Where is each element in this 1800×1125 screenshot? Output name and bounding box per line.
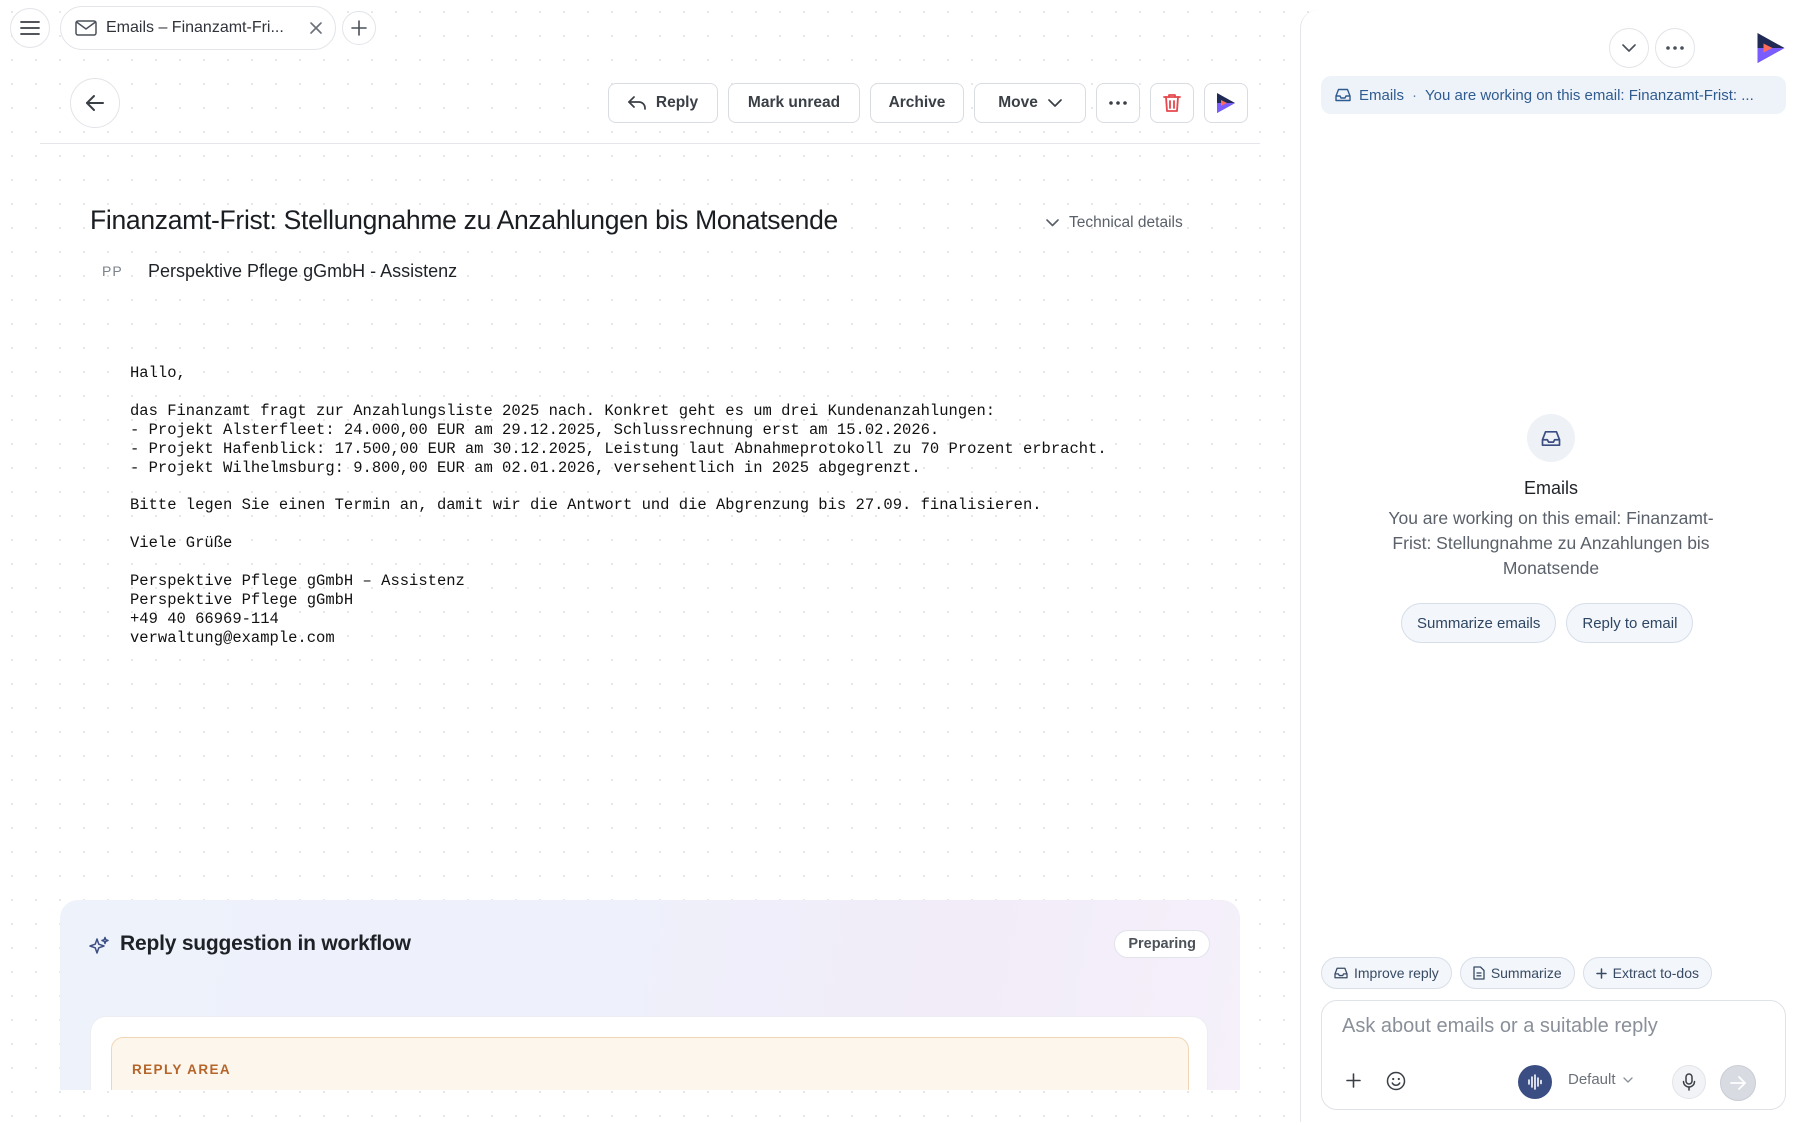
quick-actions: Improve reply Summarize Extract to-dos [1321,957,1712,989]
archive-button[interactable]: Archive [870,83,964,123]
toolbar-divider [40,143,1260,144]
assistant-button[interactable] [1204,83,1248,123]
close-tab-icon[interactable] [309,21,323,35]
send-button[interactable] [1720,1065,1756,1101]
email-toolbar: Reply Mark unread Archive Move [608,83,1248,123]
delete-button[interactable] [1150,83,1194,123]
more-horizontal-icon [1109,101,1127,105]
audio-wave-icon [1527,1074,1543,1090]
archive-label: Archive [888,94,946,111]
mark-unread-button[interactable]: Mark unread [728,83,860,123]
status-badge: Preparing [1114,930,1210,958]
tab-title: Emails – Finanzamt-Fri... [106,19,284,36]
reply-to-email-chip[interactable]: Reply to email [1566,603,1694,643]
email-subject: Finanzamt-Frist: Stellungnahme zu Anzahl… [90,205,838,235]
chevron-down-icon [1622,1076,1633,1083]
context-source: Emails [1359,86,1405,104]
plus-icon [1595,967,1607,979]
trash-icon [1163,93,1181,113]
extract-todos-button[interactable]: Extract to-dos [1582,957,1712,989]
summarize-label: Summarize [1490,965,1562,981]
assistant-logo-icon [1214,91,1238,115]
context-pill[interactable]: Emails · You are working on this email: … [1321,76,1786,114]
inbox-icon [1334,967,1348,979]
tab-emails[interactable]: Emails – Finanzamt-Fri... [60,6,336,50]
reply-icon [628,96,646,110]
arrow-left-icon [85,94,105,112]
menu-button[interactable] [10,8,50,48]
model-select[interactable]: Default [1568,1071,1633,1088]
assistant-logo-icon [1753,30,1789,66]
new-tab-button[interactable] [342,11,376,45]
envelope-icon [75,20,97,36]
microphone-button[interactable] [1672,1065,1706,1099]
assistant-sidebar: Emails · You are working on this email: … [1300,10,1800,1122]
suggestion-chips: Summarize emails Reply to email [1401,603,1694,643]
sender-avatar: PP [102,263,123,279]
reply-suggestion-panel: Reply suggestion in workflow Preparing R… [60,900,1240,1090]
sidebar-more-button[interactable] [1655,28,1695,68]
chevron-down-icon [1622,43,1636,53]
chevron-down-icon [1047,98,1062,108]
back-button[interactable] [70,78,120,128]
chevron-down-icon [1046,219,1059,227]
reply-label: Reply [655,94,699,111]
sender-name: Perspektive Pflege gGmbH - Assistenz [148,261,458,281]
email-body: Hallo, das Finanzamt fragt zur Anzahlung… [130,364,1107,647]
chat-composer: Default [1321,1000,1786,1110]
attach-plus-icon[interactable] [1346,1073,1361,1088]
move-button[interactable]: Move [974,83,1086,123]
summarize-button[interactable]: Summarize [1459,957,1575,989]
reply-area-label: REPLY AREA [132,1062,232,1077]
plus-icon [351,20,367,36]
technical-details-label: Technical details [1069,214,1183,231]
context-text: You are working on this email: Finanzamt… [1425,86,1754,104]
arrow-right-icon [1730,1076,1746,1090]
hamburger-icon [20,20,40,36]
mark-unread-label: Mark unread [747,94,841,111]
document-icon [1473,966,1485,980]
empty-state-title: Emails [1523,478,1578,498]
improve-reply-label: Improve reply [1354,965,1439,981]
reply-suggestion-title: Reply suggestion in workflow [120,932,411,955]
sparkle-icon [88,936,110,958]
technical-details-toggle[interactable]: Technical details [1046,214,1183,232]
emoji-icon[interactable] [1386,1071,1406,1091]
more-actions-button[interactable] [1096,83,1140,123]
improve-reply-button[interactable]: Improve reply [1321,957,1452,989]
summarize-emails-chip[interactable]: Summarize emails [1401,603,1557,643]
reply-button[interactable]: Reply [608,83,718,123]
model-label: Default [1568,1071,1616,1088]
reply-card: REPLY AREA [90,1016,1208,1090]
move-label: Move [998,94,1038,111]
chat-input[interactable] [1342,1015,1762,1038]
extract-todos-label: Extract to-dos [1612,965,1699,981]
empty-state-icon [1527,414,1575,462]
reply-area[interactable]: REPLY AREA [111,1037,1189,1090]
voice-mode-button[interactable] [1518,1065,1552,1099]
empty-state-description: You are working on this email: Finanzamt… [1388,508,1714,578]
context-separator: · [1412,86,1418,104]
inbox-icon [1541,430,1561,447]
more-horizontal-icon [1666,46,1684,50]
microphone-icon [1682,1073,1696,1091]
collapse-button[interactable] [1609,28,1649,68]
inbox-icon [1335,88,1351,102]
